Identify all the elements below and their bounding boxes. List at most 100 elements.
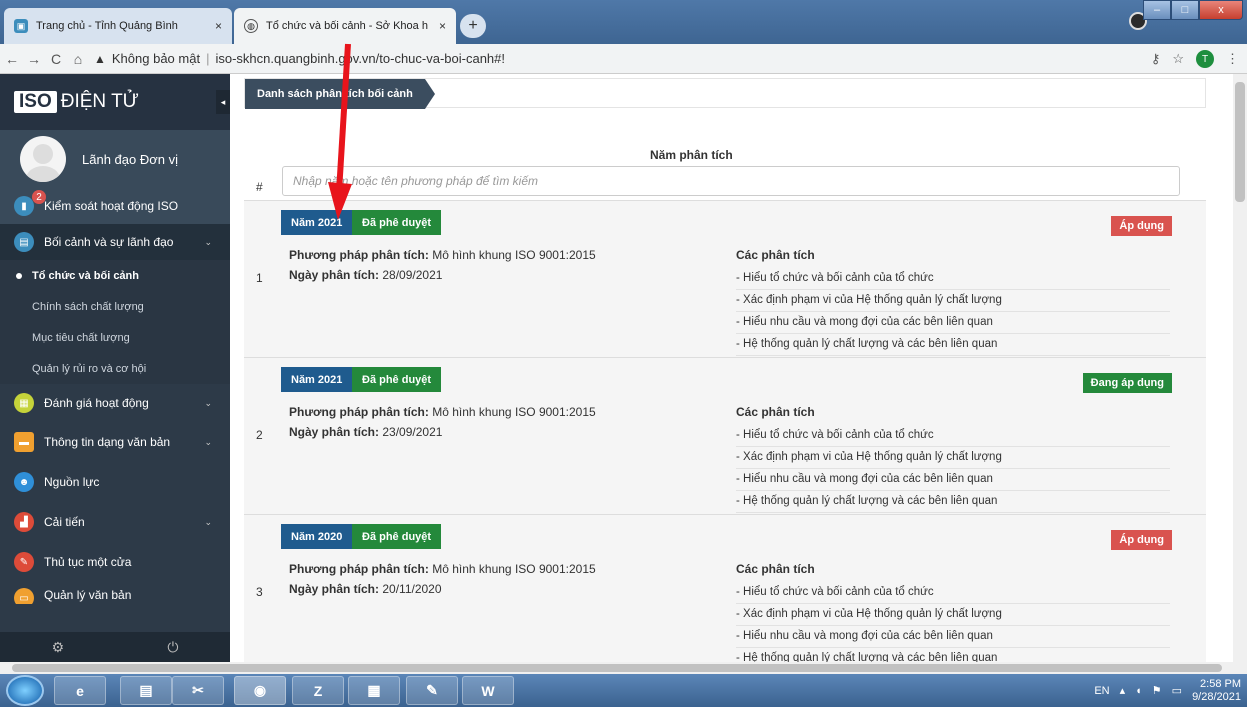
sidebar-item-label: Cải tiến — [44, 515, 85, 529]
tab-trang-chu[interactable]: ▣ Trang chủ - Tỉnh Quảng Bình × — [4, 8, 232, 44]
language-indicator[interactable]: EN — [1094, 685, 1109, 697]
analyses-title: Các phân tích — [736, 405, 815, 419]
scroll-thumb[interactable] — [12, 664, 1222, 672]
settings-gear-icon[interactable]: ⚙ — [52, 639, 65, 656]
notification-badge: 2 — [32, 190, 46, 204]
snip-taskbar-icon[interactable]: ✂ — [172, 676, 224, 705]
breadcrumb: Danh sách phân tích bối cảnh — [244, 78, 1206, 109]
tray-arrow-icon[interactable]: ▴ — [1120, 684, 1126, 697]
minimize-button[interactable]: – — [1143, 0, 1171, 20]
analysis-item: - Xác định phạm vi của Hệ thống quản lý … — [736, 447, 1170, 469]
collapse-sidebar-icon[interactable]: ◂ — [216, 90, 230, 114]
row-number: 2 — [256, 428, 263, 442]
analysis-item: - Hiểu tổ chức và bối cảnh của tổ chức — [736, 425, 1170, 447]
sidebar-item-kiem-soat[interactable]: ▮ 2 Kiểm soát hoạt động ISO — [0, 188, 230, 224]
analysis-item: - Hệ thống quản lý chất lượng và các bên… — [736, 334, 1170, 356]
star-icon[interactable]: ☆ — [1172, 51, 1184, 67]
breadcrumb-item[interactable]: Danh sách phân tích bối cảnh — [245, 79, 435, 109]
submenu-item-chinh-sach[interactable]: Chính sách chất lượng — [0, 291, 230, 322]
home-icon[interactable]: ⌂ — [68, 51, 88, 67]
user-panel[interactable]: Lãnh đạo Đơn vị — [0, 130, 230, 188]
sidebar-item-boi-canh[interactable]: ▤ Bối cảnh và sự lãnh đạo ⌄ — [0, 224, 230, 260]
sidebar-item-cai-tien[interactable]: ▟ Cải tiến ⌄ — [0, 502, 230, 542]
tools-taskbar-icon[interactable]: ✎ — [406, 676, 458, 705]
submenu-item-rui-ro[interactable]: Quản lý rủi ro và cơ hội — [0, 353, 230, 384]
bullet-icon — [16, 272, 22, 279]
submenu-item-muc-tieu[interactable]: Mục tiêu chất lượng — [0, 322, 230, 353]
scroll-thumb[interactable] — [1235, 82, 1245, 202]
analysis-row[interactable]: 1 Năm 2021 Đã phê duyệt Áp dụng Phương pháp … — [244, 200, 1206, 357]
close-tab-icon[interactable]: × — [215, 19, 222, 33]
submenu-item-to-chuc-boi-canh[interactable]: Tổ chức và bối cảnh — [0, 260, 230, 291]
clock[interactable]: 2:58 PM 9/28/2021 — [1192, 678, 1241, 704]
reload-icon[interactable]: C — [46, 51, 66, 67]
vertical-scrollbar[interactable] — [1233, 74, 1247, 662]
power-icon[interactable]: ⏻ — [167, 639, 178, 656]
sidebar: ISO ĐIỆN TỬ ◂ Lãnh đạo Đơn vị ▮ 2 Kiểm s… — [0, 74, 230, 662]
tab-title: Trang chủ - Tỉnh Quảng Bình — [36, 20, 178, 32]
apply-button[interactable]: Áp dụng — [1111, 216, 1172, 236]
method-value: Mô hình khung ISO 9001:2015 — [432, 248, 596, 262]
year-badge[interactable]: Năm 2020 — [281, 524, 353, 549]
chevron-down-icon: ⌄ — [204, 397, 212, 408]
index-column-header: # — [256, 180, 263, 194]
analysis-item: - Hệ thống quản lý chất lượng và các bên… — [736, 491, 1170, 513]
method-label: Phương pháp phân tích: — [289, 562, 429, 576]
tab-to-chuc-boi-canh[interactable]: ◍ Tổ chức và bối cảnh - Sở Khoa h × — [234, 8, 456, 44]
close-window-button[interactable]: x — [1199, 0, 1243, 20]
avatar — [20, 136, 66, 182]
sidebar-item-thu-tuc[interactable]: ✎ Thủ tục một cửa — [0, 542, 230, 582]
analyses-title: Các phân tích — [736, 562, 815, 576]
chevron-down-icon: ⌄ — [204, 236, 212, 247]
network-icon[interactable]: ▭ — [1172, 684, 1182, 697]
analysis-item: - Hiểu nhu cầu và mong đợi của các bên l… — [736, 469, 1170, 491]
date-label: Ngày phân tích: — [289, 582, 380, 596]
start-button[interactable] — [6, 675, 44, 706]
key-icon[interactable]: ⚷ — [1151, 51, 1161, 67]
submenu-label: Quản lý rủi ro và cơ hội — [32, 362, 147, 375]
volume-icon[interactable]: ◖ — [1135, 685, 1142, 697]
analysis-row[interactable]: 3 Năm 2020 Đã phê duyệt Áp dụng Phương pháp … — [244, 514, 1206, 662]
method-line: Phương pháp phân tích: Mô hình khung ISO… — [289, 562, 596, 576]
forward-icon[interactable]: → — [24, 51, 44, 67]
method-label: Phương pháp phân tích: — [289, 405, 429, 419]
apply-button[interactable]: Áp dụng — [1111, 530, 1172, 550]
maximize-button[interactable]: □ — [1171, 0, 1199, 20]
sidebar-item-label: Quản lý văn bản — [44, 588, 132, 602]
photo-taskbar-icon[interactable]: ▦ — [348, 676, 400, 705]
users-icon: ☻ — [14, 472, 34, 492]
column-header: Năm phân tích — [650, 148, 733, 162]
sidebar-item-nguon-luc[interactable]: ☻ Nguồn lực — [0, 462, 230, 502]
sidebar-item-thong-tin[interactable]: ▬ Thông tin dạng văn bản ⌄ — [0, 422, 230, 462]
file-icon: ▬ — [14, 432, 34, 452]
ie-taskbar-icon[interactable]: e — [54, 676, 106, 705]
horizontal-scrollbar[interactable] — [0, 662, 1247, 674]
app-logo[interactable]: ISO ĐIỆN TỬ ◂ — [0, 74, 230, 130]
sidebar-footer: ⚙ ⏻ — [0, 632, 230, 662]
clock-date: 9/28/2021 — [1192, 690, 1241, 703]
sidebar-item-danh-gia[interactable]: ▦ Đánh giá hoạt động ⌄ — [0, 384, 230, 422]
apply-button[interactable]: Đang áp dụng — [1082, 373, 1172, 393]
analysis-row[interactable]: 2 Năm 2021 Đã phê duyệt Đang áp dụng Phương … — [244, 357, 1206, 514]
sidebar-item-quan-ly-van-ban[interactable]: ▭ Quản lý văn bản — [0, 582, 230, 604]
search-input[interactable] — [282, 166, 1180, 196]
sidebar-item-label: Thông tin dạng văn bản — [44, 435, 171, 449]
url-field[interactable]: ▲ Không bảo mật | iso-skhcn.quangbinh.go… — [94, 51, 505, 66]
menu-dots-icon[interactable]: ⋮ — [1226, 51, 1239, 67]
window-controls: – □ x — [1143, 0, 1243, 20]
explorer-taskbar-icon[interactable]: ▤ — [120, 676, 172, 705]
profile-avatar[interactable]: T — [1196, 50, 1214, 68]
date-value: 28/09/2021 — [382, 268, 443, 282]
back-icon[interactable]: ← — [2, 51, 22, 67]
analysis-item: - Xác định phạm vi của Hệ thống quản lý … — [736, 290, 1170, 312]
close-tab-icon[interactable]: × — [439, 19, 446, 33]
year-badge[interactable]: Năm 2021 — [281, 367, 353, 392]
date-label: Ngày phân tích: — [289, 268, 380, 282]
chrome-taskbar-icon[interactable]: ◉ — [234, 676, 286, 705]
year-badge[interactable]: Năm 2021 — [281, 210, 353, 235]
analyses-list: Các phân tích - Hiểu tổ chức và bối cảnh … — [736, 248, 1170, 356]
new-tab-button[interactable]: + — [460, 14, 486, 38]
word-taskbar-icon[interactable]: W — [462, 676, 514, 705]
zalo-taskbar-icon[interactable]: Z — [292, 676, 344, 705]
flag-icon[interactable]: ⚑ — [1152, 684, 1162, 697]
